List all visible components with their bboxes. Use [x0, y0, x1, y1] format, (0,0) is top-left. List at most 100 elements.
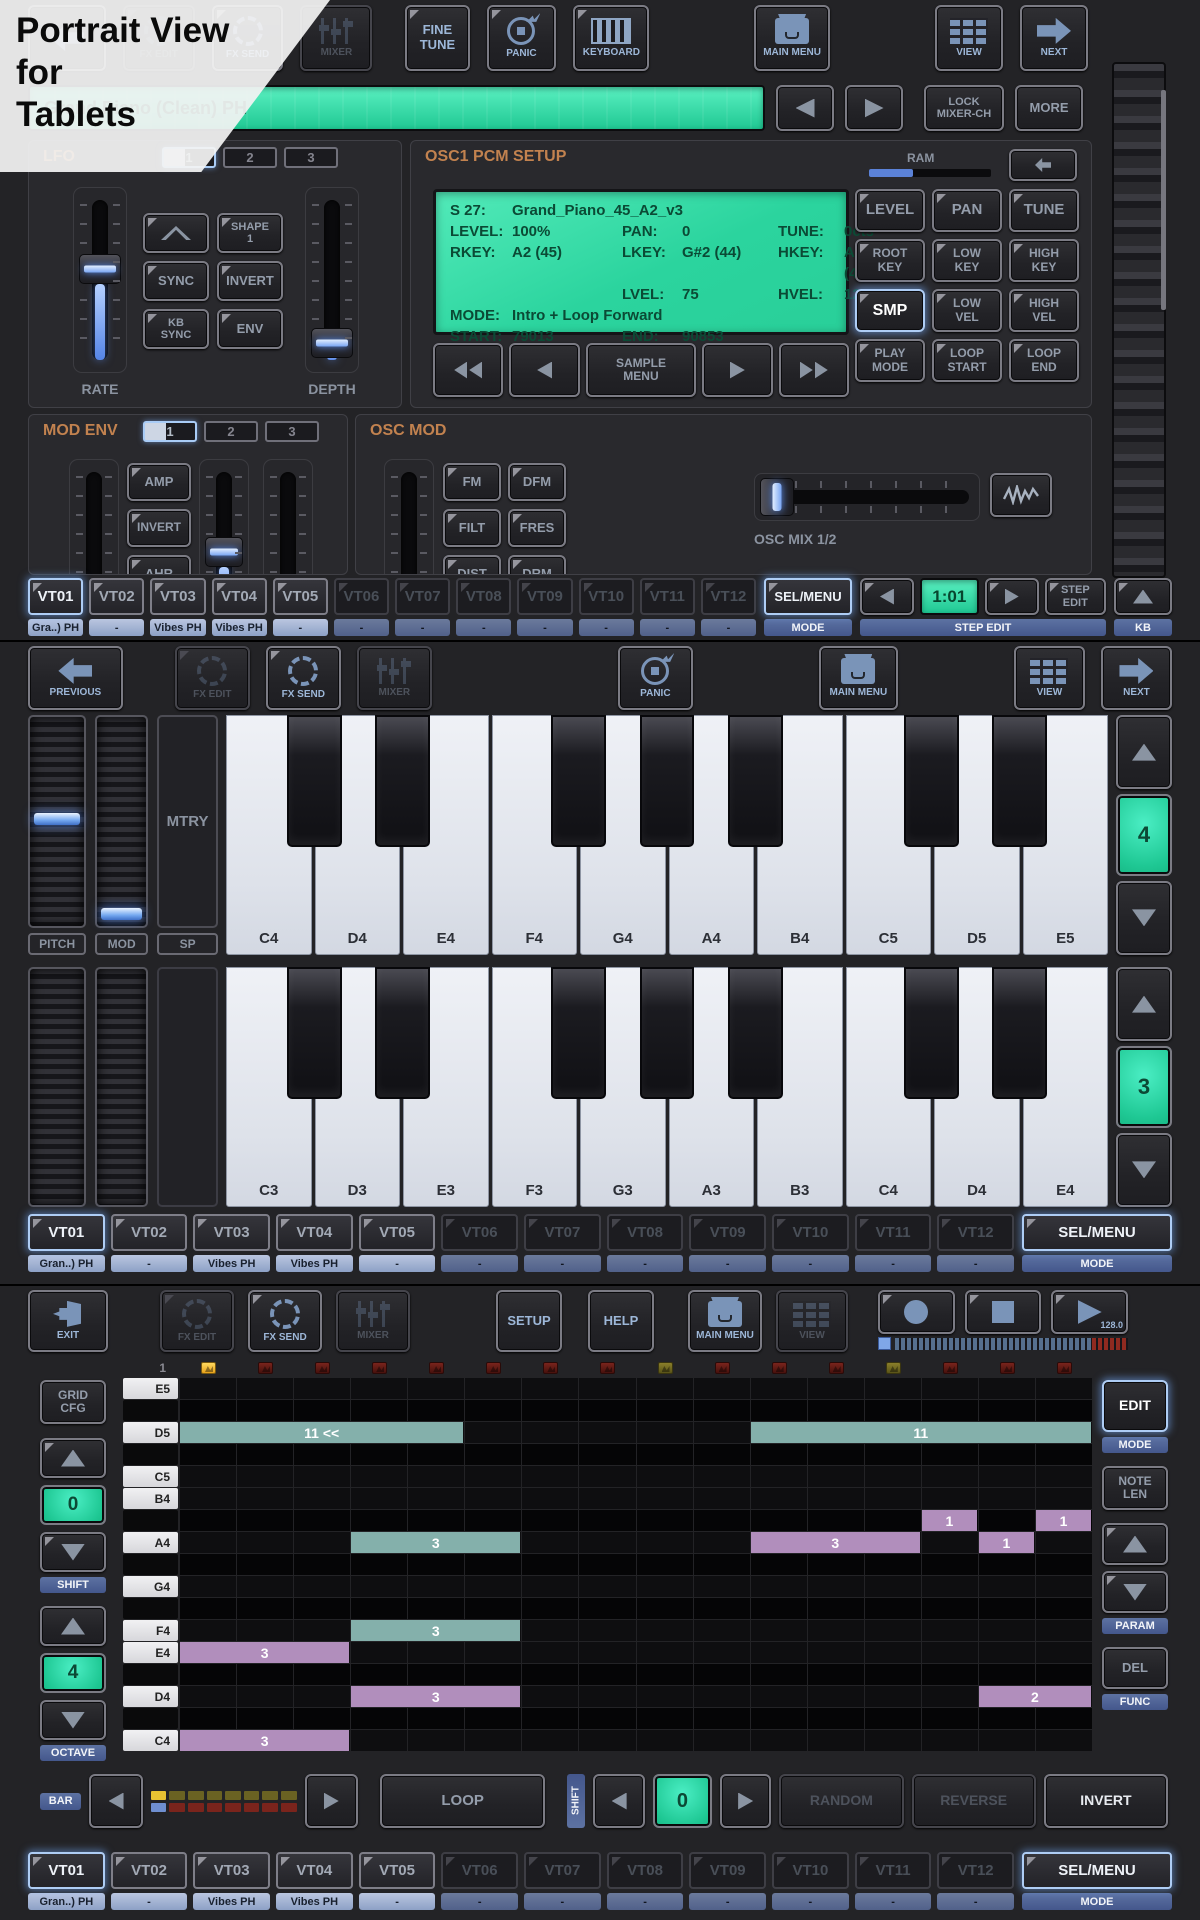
grid-cell[interactable]	[1035, 1554, 1092, 1575]
vt-tab-VT07[interactable]: VT07	[395, 578, 451, 615]
grid-cell[interactable]	[237, 1444, 294, 1465]
grid-cell[interactable]	[408, 1466, 465, 1487]
help-button[interactable]: HELP	[588, 1290, 654, 1352]
vt-tab-VT04[interactable]: VT04	[276, 1214, 353, 1251]
sample-prev-button[interactable]	[509, 343, 580, 397]
grid-cell[interactable]	[237, 1686, 294, 1707]
grid-cell[interactable]	[408, 1598, 465, 1619]
grid-cell[interactable]	[921, 1554, 978, 1575]
grid-cell[interactable]	[693, 1532, 750, 1553]
grid-cell[interactable]	[693, 1686, 750, 1707]
loop-end-button[interactable]: LOOP END	[1009, 339, 1079, 382]
vt-tab-VT08[interactable]: VT08	[606, 1214, 684, 1251]
grid-cell[interactable]	[237, 1466, 294, 1487]
grid-cell[interactable]	[465, 1598, 522, 1619]
grid-cell[interactable]	[693, 1664, 750, 1685]
env-tab-2[interactable]: 2	[204, 421, 258, 442]
grid-cell[interactable]	[465, 1378, 522, 1399]
mod-wheel[interactable]	[95, 715, 149, 928]
env-tab-2[interactable]: 2	[223, 147, 277, 168]
high-key-button[interactable]: HIGH KEY	[1009, 239, 1079, 282]
grid-cell[interactable]	[636, 1730, 693, 1751]
grid-cell[interactable]	[180, 1378, 237, 1399]
grid-cell[interactable]	[522, 1378, 579, 1399]
root-key-button[interactable]: ROOT KEY	[855, 239, 925, 282]
sample-rewind-button[interactable]	[433, 343, 504, 397]
black-key[interactable]	[286, 715, 342, 847]
grid-cell[interactable]	[294, 1708, 351, 1729]
grid-cell[interactable]	[180, 1576, 237, 1597]
grid-cell[interactable]	[294, 1598, 351, 1619]
grid-cell[interactable]	[237, 1664, 294, 1685]
vt-tab-VT09[interactable]: VT09	[517, 578, 573, 615]
grid-cell[interactable]	[579, 1422, 636, 1443]
grid-cell[interactable]	[750, 1686, 807, 1707]
grid-cell[interactable]	[579, 1532, 636, 1553]
note-len-button[interactable]: NOTE LEN	[1102, 1466, 1168, 1510]
grid-cell[interactable]	[522, 1532, 579, 1553]
invert-button[interactable]: INVERT	[1043, 1774, 1169, 1828]
grid-cell[interactable]	[579, 1620, 636, 1641]
mod-env-invert-button[interactable]: INVERT	[127, 509, 191, 547]
bar-select-strip[interactable]	[150, 1790, 297, 1812]
grid-cell[interactable]	[408, 1730, 465, 1751]
black-key[interactable]	[904, 967, 959, 1099]
mtry-pad[interactable]	[157, 967, 218, 1207]
dfm-button[interactable]: DFM	[508, 463, 566, 501]
grid-cell[interactable]	[978, 1554, 1035, 1575]
note-cell[interactable]: 1	[1035, 1510, 1091, 1531]
grid-cell[interactable]	[636, 1466, 693, 1487]
grid-cell[interactable]	[864, 1554, 921, 1575]
grid-cell[interactable]	[921, 1466, 978, 1487]
grid-cell[interactable]	[693, 1466, 750, 1487]
fres-button[interactable]: FRES	[508, 509, 566, 547]
note-cell[interactable]: 1	[921, 1510, 977, 1531]
bar-marker-icon-red[interactable]	[714, 1362, 730, 1374]
grid-cell[interactable]	[522, 1620, 579, 1641]
octave-down-button[interactable]	[40, 1700, 106, 1740]
grid-cell[interactable]	[693, 1598, 750, 1619]
lfo-invert-button[interactable]: INVERT	[217, 261, 283, 301]
grid-cell[interactable]	[636, 1532, 693, 1553]
panic-button[interactable]: PANIC	[617, 646, 693, 710]
grid-cell[interactable]	[294, 1488, 351, 1509]
grid-cell[interactable]	[1035, 1598, 1092, 1619]
grid-cell[interactable]	[237, 1532, 294, 1553]
grid-cell[interactable]	[978, 1620, 1035, 1641]
grid-cell[interactable]	[693, 1422, 750, 1443]
black-key[interactable]	[375, 967, 430, 1099]
lfo-shape-button[interactable]: SHAPE 1	[217, 213, 283, 253]
note-cell[interactable]: 3	[180, 1642, 350, 1663]
grid-cell[interactable]	[978, 1730, 1035, 1751]
grid-cell[interactable]	[921, 1378, 978, 1399]
mod-env-slider-3[interactable]	[263, 459, 313, 574]
vt-tab-VT10[interactable]: VT10	[772, 1214, 849, 1251]
kb-toggle-button[interactable]	[1114, 578, 1172, 615]
level-button[interactable]: LEVEL	[855, 189, 925, 232]
grid-cell[interactable]	[294, 1576, 351, 1597]
grid-cell[interactable]	[1035, 1444, 1092, 1465]
bar-marker-icon-olive[interactable]	[885, 1362, 901, 1374]
bar-marker-icon-red[interactable]	[429, 1362, 445, 1374]
bar-icon-red[interactable]	[243, 1802, 260, 1812]
grid-cell[interactable]	[351, 1400, 408, 1421]
vt-tab-VT04[interactable]: VT04	[276, 1852, 353, 1889]
param-up-button[interactable]	[1102, 1523, 1168, 1565]
grid-cell[interactable]	[351, 1576, 408, 1597]
bar-icon-red[interactable]	[169, 1802, 185, 1812]
main-menu-button[interactable]: MAIN MENU	[818, 646, 898, 710]
grid-cell[interactable]	[408, 1444, 465, 1465]
bar-icon-red[interactable]	[262, 1802, 278, 1812]
loop-button[interactable]: LOOP	[379, 1774, 546, 1828]
grid-cell[interactable]	[636, 1642, 693, 1663]
grid-cell[interactable]	[180, 1532, 237, 1553]
grid-cell[interactable]	[864, 1664, 921, 1685]
grid-cell[interactable]	[465, 1708, 522, 1729]
grid-cell[interactable]	[807, 1620, 864, 1641]
grid-cell[interactable]	[408, 1664, 465, 1685]
shift-amount-display[interactable]: 0	[652, 1774, 712, 1828]
vt-tab-VT07[interactable]: VT07	[524, 1214, 601, 1251]
grid-cell[interactable]	[1035, 1620, 1092, 1641]
grid-cell[interactable]	[807, 1444, 864, 1465]
octave-up-button[interactable]	[40, 1606, 106, 1646]
